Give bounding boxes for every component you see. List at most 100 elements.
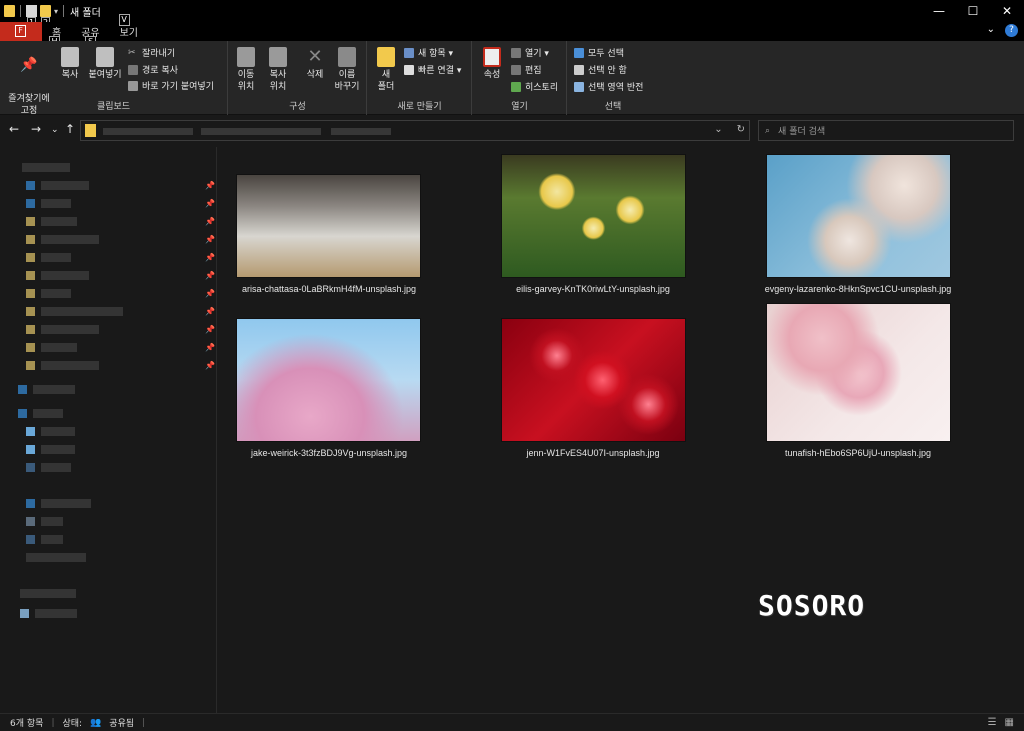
- open-group-label: 열기: [511, 102, 528, 112]
- select-none-button[interactable]: 선택 안 함: [574, 62, 627, 77]
- nav-item[interactable]: [26, 269, 89, 281]
- copy-button[interactable]: 복사: [56, 47, 84, 81]
- nav-item[interactable]: [26, 533, 63, 545]
- nav-item[interactable]: [26, 305, 123, 317]
- navigation-pane: 📌 📌 📌 📌 📌 📌 📌 📌 📌 📌 📌: [0, 147, 217, 731]
- details-view-icon[interactable]: ☰: [988, 717, 997, 728]
- scissors-icon: ✂: [128, 47, 136, 58]
- file-name[interactable]: tunafish-hEbo6SP6UjU-unsplash.jpg: [738, 448, 978, 458]
- back-arrow-icon[interactable]: ←: [9, 122, 19, 136]
- properties-button[interactable]: 속성: [479, 47, 505, 81]
- file-thumbnail[interactable]: [237, 319, 420, 441]
- watermark: SOSORO: [758, 589, 866, 622]
- address-dropdown-icon[interactable]: ⌄: [714, 124, 722, 135]
- copy-to-icon: [269, 47, 287, 67]
- nav-item[interactable]: [26, 497, 91, 509]
- rename-button[interactable]: 이름 바꾸기: [331, 47, 363, 93]
- invert-selection-button[interactable]: 선택 영역 반전: [574, 79, 643, 94]
- paste-shortcut-button[interactable]: 바로 가기 붙여넣기: [128, 78, 214, 93]
- open-label: 열기 ▾: [525, 49, 549, 59]
- move-to-label: 이동 위치: [237, 70, 255, 92]
- nav-item[interactable]: [26, 179, 89, 191]
- select-all-button[interactable]: 모두 선택: [574, 45, 624, 60]
- copy-icon: [61, 47, 79, 67]
- file-thumbnail[interactable]: [502, 155, 685, 277]
- file-name[interactable]: eilis-garvey-KnTK0riwLtY-unsplash.jpg: [473, 284, 713, 294]
- close-button[interactable]: ✕: [990, 0, 1024, 22]
- nav-item[interactable]: [26, 215, 77, 227]
- ribbon-collapse-icon[interactable]: ⌄: [987, 24, 995, 37]
- open-button[interactable]: 열기 ▾: [511, 45, 549, 60]
- tab-share[interactable]: 공유S: [71, 22, 109, 48]
- search-box[interactable]: ⌕ 새 폴더 검색: [758, 120, 1014, 141]
- large-icons-view-icon[interactable]: ▦: [1005, 717, 1014, 728]
- recent-dropdown-icon[interactable]: ⌄: [51, 125, 59, 135]
- copy-path-button[interactable]: 경로 복사: [128, 62, 178, 77]
- file-name[interactable]: jenn-W1FvES4U07I-unsplash.jpg: [473, 448, 713, 458]
- nav-item[interactable]: [26, 251, 71, 263]
- file-name[interactable]: jake-weirick-3t3fzBDJ9Vg-unsplash.jpg: [209, 448, 449, 458]
- pin-icon: 📌: [20, 57, 38, 73]
- nav-item[interactable]: [26, 515, 63, 527]
- cut-button[interactable]: ✂ 잘라내기: [128, 45, 175, 60]
- rename-icon: [338, 47, 356, 67]
- nav-item[interactable]: [26, 233, 99, 245]
- tab-home[interactable]: 홈H: [42, 22, 71, 48]
- file-thumbnail[interactable]: [767, 304, 950, 441]
- refresh-icon[interactable]: ↻: [737, 124, 745, 135]
- status-label: 상태:: [62, 719, 83, 729]
- nav-item[interactable]: [22, 161, 70, 173]
- help-icon[interactable]: ?: [1005, 24, 1018, 37]
- nav-item[interactable]: [26, 287, 71, 299]
- file-name[interactable]: evgeny-lazarenko-8HknSpvc1CU-unsplash.jp…: [738, 284, 978, 294]
- nav-item[interactable]: [26, 443, 75, 455]
- new-item-button[interactable]: 새 항목 ▾: [404, 45, 453, 60]
- properties-quick-icon[interactable]: 1: [26, 5, 37, 28]
- maximize-button[interactable]: ☐: [956, 0, 990, 22]
- nav-item[interactable]: [26, 323, 99, 335]
- address-bar[interactable]: ⌄ ↻: [80, 120, 750, 141]
- nav-item[interactable]: [18, 407, 63, 419]
- paste-button[interactable]: 붙여넣기: [86, 47, 124, 81]
- select-all-icon: [574, 47, 584, 58]
- rename-label: 이름 바꾸기: [334, 70, 360, 92]
- status-bar: 6개 항목 | 상태: 👥 공유됨 | ☰ ▦: [0, 713, 1024, 731]
- nav-item[interactable]: [20, 607, 77, 619]
- minimize-button[interactable]: —: [922, 0, 956, 22]
- move-to-button[interactable]: 이동 위치: [231, 47, 261, 93]
- select-group: 모두 선택 선택 안 함 선택 영역 반전 선택: [568, 41, 658, 115]
- new-item-label: 새 항목 ▾: [418, 49, 454, 59]
- address-path-blurred: [103, 128, 193, 135]
- nav-item[interactable]: [26, 551, 86, 563]
- new-folder-button[interactable]: 새 폴더: [372, 47, 400, 93]
- item-count: 6개 항목: [10, 719, 44, 729]
- organize-group-label: 구성: [289, 102, 306, 112]
- file-name[interactable]: arisa-chattasa-0LaBRkmH4fM-unsplash.jpg: [209, 284, 449, 294]
- nav-item[interactable]: [26, 359, 99, 371]
- file-thumbnail[interactable]: [502, 319, 685, 441]
- tab-file[interactable]: F: [0, 22, 42, 41]
- tab-view[interactable]: 보기 V: [110, 14, 148, 41]
- history-button[interactable]: 히스토리: [511, 79, 558, 94]
- file-thumbnail[interactable]: [767, 155, 950, 277]
- ribbon: 📌 즐겨찾기에 고정 복사 붙여넣기 ✂ 잘라내기 경로 복사 바로 가기 붙여넣…: [0, 41, 1024, 116]
- copy-label: 복사: [61, 70, 79, 80]
- nav-item[interactable]: [18, 383, 75, 395]
- new-folder-quick-icon[interactable]: 2: [40, 5, 51, 28]
- delete-button[interactable]: ✕ 삭제: [301, 47, 329, 81]
- pin-icon: 📌: [205, 253, 215, 262]
- quick-access-dropdown-icon[interactable]: ▾: [54, 7, 58, 16]
- edit-button[interactable]: 편집: [511, 62, 542, 77]
- nav-item[interactable]: [26, 425, 75, 437]
- file-thumbnail[interactable]: [237, 175, 420, 277]
- quick-access-button[interactable]: 빠른 연결 ▾: [404, 62, 461, 77]
- nav-item[interactable]: [20, 587, 76, 599]
- nav-item[interactable]: [26, 197, 71, 209]
- up-arrow-icon[interactable]: ↑: [65, 122, 75, 136]
- explorer-window: 1 2 ▾ 새 폴더 — ☐ ✕ F 홈H 공유S 보기V ⌄ ? 📌 즐겨찾기…: [0, 0, 1024, 731]
- copy-to-button[interactable]: 복사 위치: [263, 47, 293, 93]
- forward-arrow-icon[interactable]: →: [31, 122, 41, 136]
- nav-item[interactable]: [26, 461, 71, 473]
- new-group-label: 새로 만들기: [397, 102, 442, 112]
- nav-item[interactable]: [26, 341, 77, 353]
